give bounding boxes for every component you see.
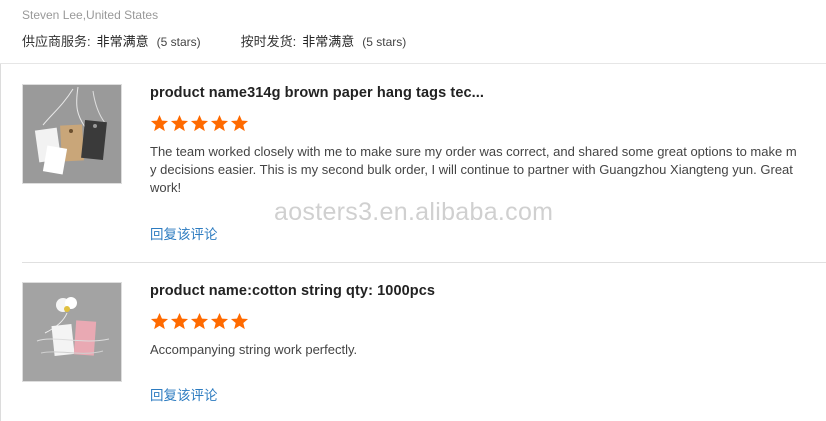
star-icon xyxy=(170,312,189,330)
watermark-text: aosters3.en.alibaba.com xyxy=(274,198,554,226)
rating-value: 非常满意 xyxy=(302,34,355,49)
rating-label: 按时发货: xyxy=(240,34,297,49)
star-icon xyxy=(190,312,209,330)
header-divider xyxy=(0,63,826,64)
review-divider xyxy=(22,262,826,263)
review-header: Steven Lee,United States 供应商服务: 非常满意 (5 … xyxy=(22,0,822,64)
left-border xyxy=(0,64,1,421)
product-name[interactable]: product name:cotton string qty: 1000pcs xyxy=(150,282,800,300)
star-icon xyxy=(210,114,229,132)
star-icon xyxy=(230,114,249,132)
star-icon xyxy=(210,312,229,330)
review-stars xyxy=(150,312,800,332)
hang-tags-photo xyxy=(23,85,121,183)
product-thumbnail[interactable] xyxy=(22,84,122,184)
cotton-string-photo xyxy=(23,283,121,381)
rating-stars-text: (5 stars) xyxy=(156,35,201,49)
star-icon xyxy=(230,312,249,330)
reply-review-link[interactable]: 回复该评论 xyxy=(150,223,218,243)
star-icon xyxy=(150,114,169,132)
rating-label: 供应商服务: xyxy=(22,34,91,49)
product-thumbnail[interactable] xyxy=(22,282,122,382)
overall-ratings: 供应商服务: 非常满意 (5 stars) 按时发货: 非常满意 (5 star… xyxy=(22,31,446,50)
star-icon xyxy=(170,114,189,132)
review-content: product name314g brown paper hang tags t… xyxy=(150,84,800,197)
rating-value: 非常满意 xyxy=(96,34,149,49)
rating-supplier-service: 供应商服务: 非常满意 (5 stars) xyxy=(22,31,201,50)
product-name[interactable]: product name314g brown paper hang tags t… xyxy=(150,84,800,102)
review-content: product name:cotton string qty: 1000pcs … xyxy=(150,282,800,359)
rating-stars-text: (5 stars) xyxy=(362,35,407,49)
review-stars xyxy=(150,114,800,134)
reply-review-link[interactable]: 回复该评论 xyxy=(150,384,218,404)
rating-on-time-delivery: 按时发货: 非常满意 (5 stars) xyxy=(241,31,407,50)
star-icon xyxy=(150,312,169,330)
reviewer-name: Steven Lee,United States xyxy=(22,8,159,22)
star-icon xyxy=(190,114,209,132)
review-text: The team worked closely with me to make … xyxy=(150,144,797,195)
review-text: Accompanying string work perfectly. xyxy=(150,342,358,357)
